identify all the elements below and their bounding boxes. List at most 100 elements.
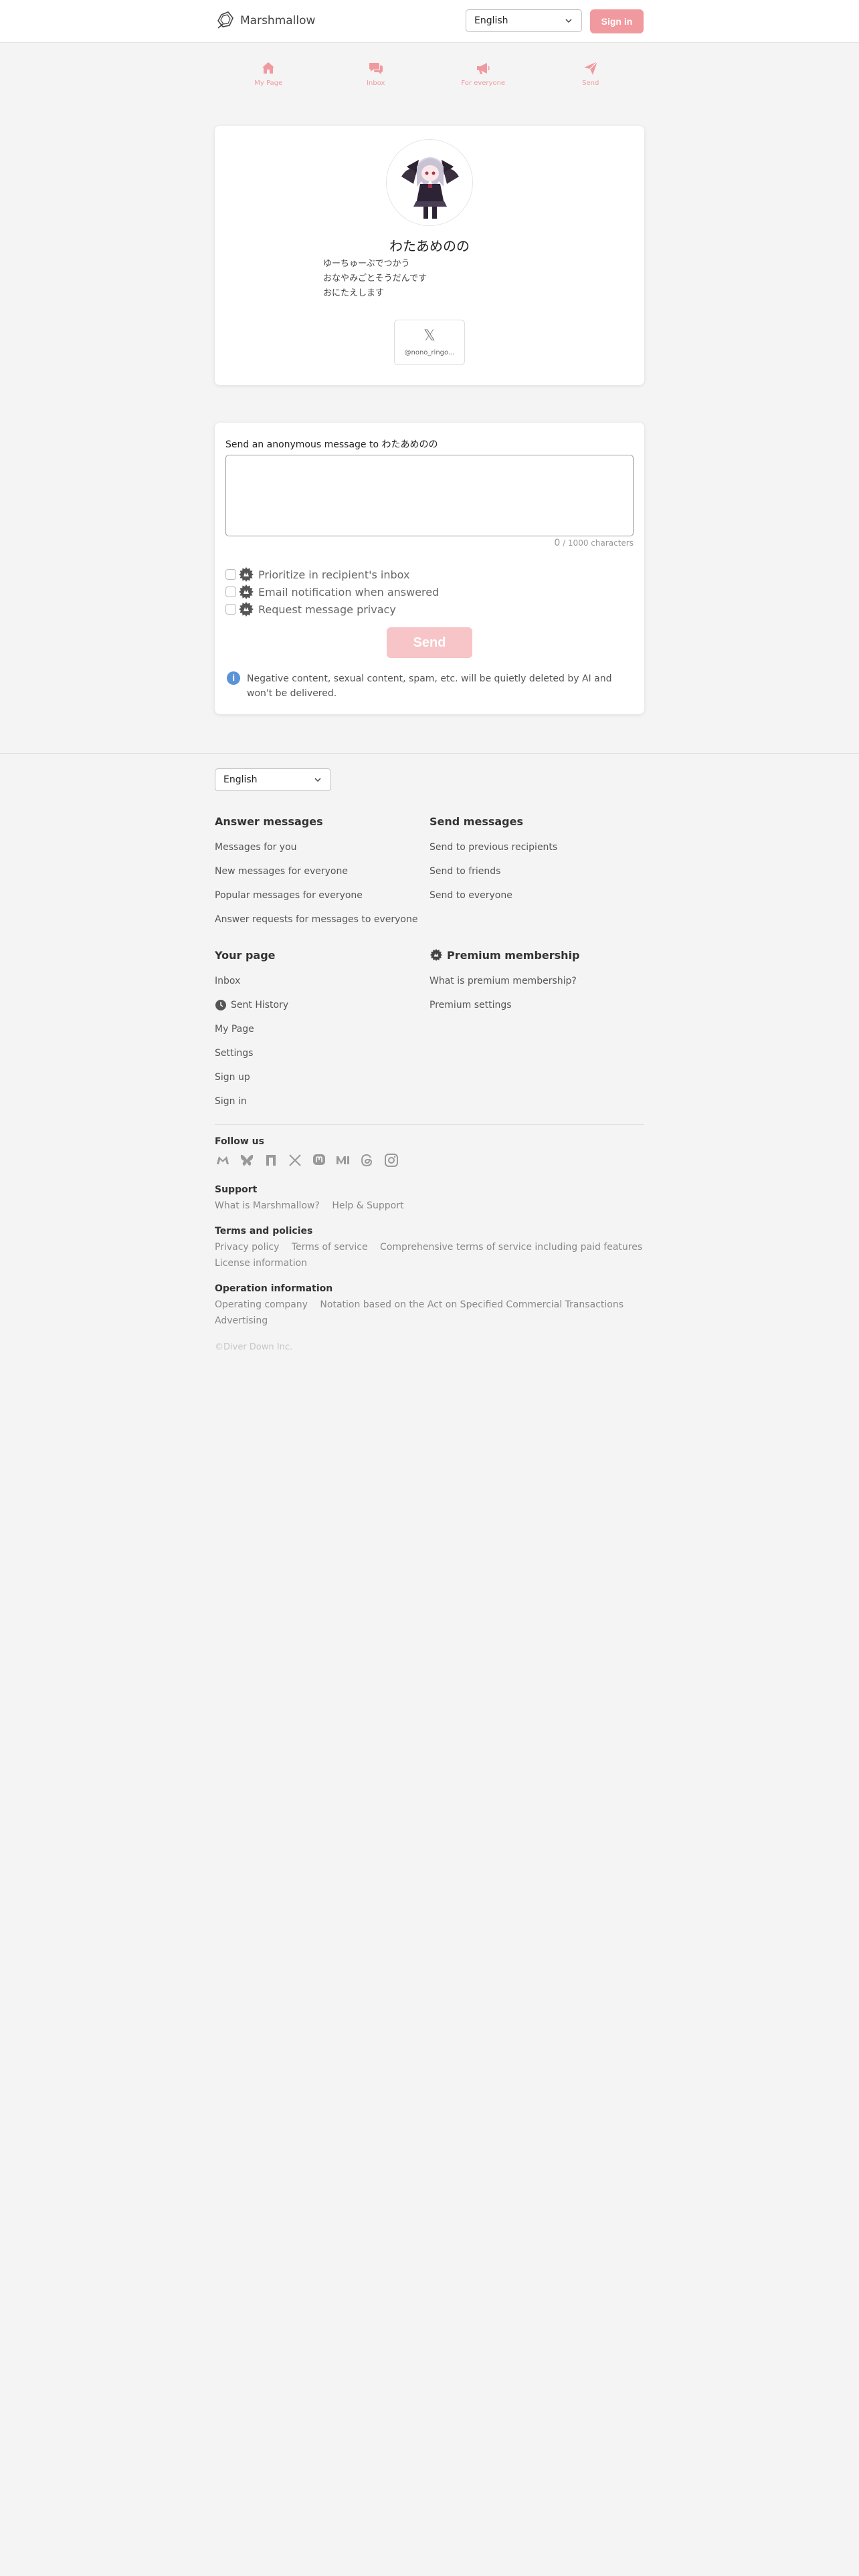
footer-link[interactable]: Send to everyone [430,883,557,907]
nav-label: Inbox [367,80,385,87]
main-nav: My Page Inbox For everyone Send [215,60,644,91]
footer-link[interactable]: License information [215,1258,307,1269]
paper-plane-icon [583,61,598,75]
follow-us-title: Follow us [215,1136,264,1147]
section-title: Send messages [430,815,523,828]
mastodon-icon[interactable] [311,1152,327,1171]
chevron-down-icon [565,19,572,23]
threads-icon[interactable] [359,1152,375,1171]
section-title: Premium membership [430,948,580,962]
footer-link[interactable]: Inbox [215,969,288,993]
signin-button[interactable]: Sign in [590,9,644,33]
message-card: Send an anonymous message to わたあめのの 0 / … [215,423,644,714]
option-label: Email notification when answered [258,585,440,599]
note-icon[interactable] [263,1152,279,1171]
footer: English Answer messages Messages for you… [0,753,859,2576]
bluesky-icon[interactable] [239,1152,255,1171]
brand-name: Marshmallow [240,14,316,27]
your-page-section: Your page Inbox Sent History My Page Set… [215,948,288,1113]
instagram-icon[interactable] [383,1152,399,1171]
x-profile-link[interactable]: 𝕏 @nono_ringo... [394,320,465,365]
footer-link[interactable]: Messages for you [215,835,417,859]
footer-link[interactable]: Settings [215,1041,288,1065]
brand-link[interactable]: Marshmallow [215,9,315,32]
language-value: English [223,774,258,785]
footer-link[interactable]: My Page [215,1017,288,1041]
footer-link[interactable]: Terms of service [292,1242,368,1253]
notice-text: Negative content, sexual content, spam, … [247,673,612,699]
bio-line: おなやみごとそうだんです [323,274,427,284]
operation-section: Operation information Operating company … [215,1283,633,1329]
nav-for-everyone[interactable]: For everyone [443,60,523,91]
section-title-text: Premium membership [447,948,580,962]
x-icon: 𝕏 [423,327,436,344]
copyright: ©Diver Down Inc. [215,1342,293,1352]
premium-clock-icon [215,1000,226,1010]
footer-link[interactable]: New messages for everyone [215,859,417,883]
footer-link[interactable]: Comprehensive terms of service including… [380,1242,642,1253]
avatar-image [387,140,472,225]
option-label: Prioritize in recipient's inbox [258,568,410,581]
option-email-notification[interactable]: Email notification when answered [225,583,439,601]
footer-divider [215,1124,644,1125]
char-counter: 0 / 1000 characters [554,538,634,548]
medium-icon[interactable] [335,1152,351,1171]
nav-send[interactable]: Send [551,60,631,91]
megaphone-icon [477,63,490,74]
footer-link[interactable]: Answer requests for messages to everyone [215,907,417,932]
premium-gear-icon [239,584,254,599]
home-icon [262,62,275,74]
message-options: Prioritize in recipient's inbox Email no… [225,566,439,618]
footer-link-sent-history[interactable]: Sent History [215,993,288,1017]
language-select[interactable]: English [466,9,582,32]
footer-language-select[interactable]: English [215,768,331,791]
option-label: Request message privacy [258,603,396,616]
message-label: Send an anonymous message to わたあめのの [225,439,438,450]
header: Marshmallow English Sign in [0,0,859,43]
option-prioritize[interactable]: Prioritize in recipient's inbox [225,566,439,583]
nav-my-page[interactable]: My Page [228,60,308,91]
footer-link[interactable]: Advertising [215,1315,268,1326]
section-title: Terms and policies [215,1226,313,1237]
x-icon[interactable] [287,1152,303,1171]
language-value: English [474,15,508,26]
checkbox[interactable] [225,586,236,597]
char-count-suffix: / 1000 characters [563,538,634,548]
footer-link[interactable]: Notation based on the Act on Specified C… [320,1299,624,1310]
send-button[interactable]: Send [387,627,472,658]
message-textarea[interactable] [225,455,634,536]
premium-gear-icon [239,602,254,617]
premium-section: Premium membership What is premium membe… [430,948,580,1017]
ai-moderation-notice: i Negative content, sexual content, spam… [227,671,628,701]
premium-gear-icon [239,567,254,582]
bio-line: おにたえします [323,288,385,298]
answer-messages-section: Answer messages Messages for you New mes… [215,814,417,932]
section-title: Support [215,1184,258,1195]
footer-link[interactable]: Privacy policy [215,1242,279,1253]
footer-link[interactable]: Send to friends [430,859,557,883]
footer-link[interactable]: Help & Support [332,1200,403,1211]
terms-section: Terms and policies Privacy policy Terms … [215,1226,652,1271]
x-handle: @nono_ringo... [404,348,455,356]
footer-link[interactable]: Sign in [215,1089,288,1113]
avatar[interactable] [386,139,473,226]
footer-link[interactable]: Sign up [215,1065,288,1089]
footer-link[interactable]: What is premium membership? [430,969,580,993]
social-links [215,1152,399,1171]
marshmallow-logo-icon [217,11,233,29]
checkbox[interactable] [225,604,236,615]
support-section: Support What is Marshmallow? Help & Supp… [215,1184,413,1214]
footer-link[interactable]: Operating company [215,1299,308,1310]
section-title: Operation information [215,1283,333,1294]
checkbox[interactable] [225,569,236,580]
profile-bio: ゆーちゅーぶでつかう おなやみごとそうだんです おにたえします [323,257,537,301]
footer-link[interactable]: Popular messages for everyone [215,883,417,907]
section-title: Answer messages [215,815,323,828]
footer-link[interactable]: Premium settings [430,993,580,1017]
footer-link[interactable]: Send to previous recipients [430,835,557,859]
bio-line: ゆーちゅーぶでつかう [323,259,410,269]
option-privacy[interactable]: Request message privacy [225,601,439,618]
misskey-icon[interactable] [215,1152,231,1171]
footer-link[interactable]: What is Marshmallow? [215,1200,320,1211]
nav-inbox[interactable]: Inbox [336,60,416,91]
